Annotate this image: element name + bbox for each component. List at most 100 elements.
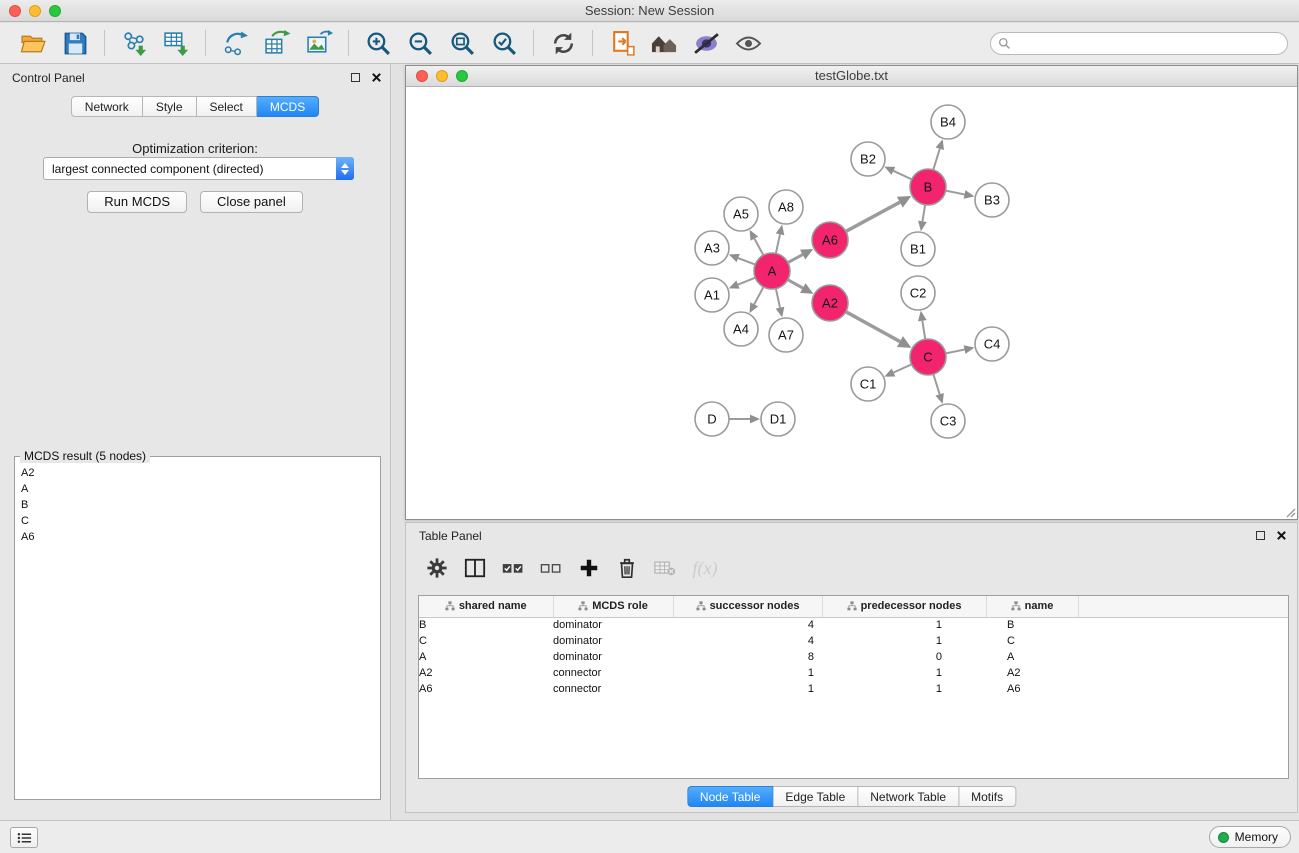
cell[interactable]: A2	[986, 665, 1078, 681]
edge-B-B1[interactable]	[922, 205, 925, 222]
node-A7[interactable]: A7	[769, 318, 803, 352]
cell[interactable]: 0	[822, 649, 986, 665]
close-window-icon[interactable]	[9, 5, 21, 17]
tab-network[interactable]: Network	[71, 96, 143, 117]
zoom-window-icon[interactable]	[49, 5, 61, 17]
node-A2[interactable]: A2	[812, 285, 848, 321]
cell[interactable]: C	[986, 633, 1078, 649]
home-icon[interactable]	[648, 27, 680, 59]
float-table-panel-icon[interactable]	[1254, 529, 1266, 541]
float-panel-icon[interactable]	[349, 71, 361, 83]
cell[interactable]: 1	[822, 665, 986, 681]
edge-C-C1[interactable]	[894, 364, 912, 372]
search-input[interactable]	[1016, 36, 1280, 52]
node-table[interactable]: shared nameMCDS rolesuccessor nodesprede…	[418, 595, 1289, 779]
node-C2[interactable]: C2	[901, 276, 935, 310]
cell[interactable]: dominator	[553, 649, 673, 665]
edge-A6-B[interactable]	[846, 202, 900, 231]
edge-A-A6[interactable]	[788, 255, 803, 263]
mcds-result-item[interactable]: A	[15, 481, 380, 497]
edge-A-A5[interactable]	[754, 239, 763, 256]
zoom-fit-icon[interactable]	[446, 27, 478, 59]
tab-network-table[interactable]: Network Table	[858, 786, 959, 807]
zoom-in-icon[interactable]	[362, 27, 394, 59]
column-header-MCDS-role[interactable]: MCDS role	[553, 596, 673, 617]
cell[interactable]: 1	[822, 617, 986, 633]
edge-A-A1[interactable]	[738, 278, 755, 285]
cell[interactable]: 8	[673, 649, 822, 665]
cell[interactable]: 1	[822, 681, 986, 697]
network-minimize-icon[interactable]	[436, 70, 448, 82]
tab-mcds[interactable]: MCDS	[257, 96, 319, 117]
table-row[interactable]: A2connector11A2	[419, 665, 1288, 681]
add-icon[interactable]	[572, 553, 606, 583]
node-A5[interactable]: A5	[724, 197, 758, 231]
node-D[interactable]: D	[695, 402, 729, 436]
hide-graphics-details-icon[interactable]	[690, 27, 722, 59]
table-row[interactable]: A6connector11A6	[419, 681, 1288, 697]
close-table-panel-icon[interactable]	[1275, 529, 1287, 541]
run-mcds-button[interactable]: Run MCDS	[87, 191, 187, 213]
export-network-icon[interactable]	[219, 27, 251, 59]
cell[interactable]: 4	[673, 633, 822, 649]
edge-A-A2[interactable]	[788, 280, 803, 288]
cell[interactable]: dominator	[553, 633, 673, 649]
mcds-result-item[interactable]: A6	[15, 529, 380, 545]
export-table-icon[interactable]	[261, 27, 293, 59]
cell[interactable]: 4	[673, 617, 822, 633]
cell[interactable]: A6	[419, 681, 553, 697]
table-row[interactable]: Bdominator41B	[419, 617, 1288, 633]
node-C4[interactable]: C4	[975, 327, 1009, 361]
node-B2[interactable]: B2	[851, 142, 885, 176]
node-A3[interactable]: A3	[695, 231, 729, 265]
cell[interactable]: connector	[553, 665, 673, 681]
node-C3[interactable]: C3	[931, 404, 965, 438]
cell[interactable]: connector	[553, 681, 673, 697]
deselect-all-icon[interactable]	[534, 553, 568, 583]
node-B4[interactable]: B4	[931, 105, 965, 139]
cell[interactable]: A2	[419, 665, 553, 681]
tab-node-table[interactable]: Node Table	[687, 786, 774, 807]
node-D1[interactable]: D1	[761, 402, 795, 436]
cell[interactable]: C	[419, 633, 553, 649]
edge-B-B3[interactable]	[946, 191, 965, 195]
cell[interactable]: B	[419, 617, 553, 633]
edge-A-A3[interactable]	[738, 258, 755, 265]
table-row[interactable]: Adominator80A	[419, 649, 1288, 665]
tab-edge-table[interactable]: Edge Table	[773, 786, 858, 807]
cell[interactable]: A6	[986, 681, 1078, 697]
delete-table-icon[interactable]	[648, 553, 682, 583]
cell[interactable]: 1	[673, 681, 822, 697]
open-file-icon[interactable]	[606, 27, 638, 59]
edge-A-A7[interactable]	[776, 289, 780, 308]
search-box[interactable]	[990, 32, 1288, 55]
mcds-result-list[interactable]: A2ABCA6	[15, 457, 380, 545]
minimize-window-icon[interactable]	[29, 5, 41, 17]
zoom-out-icon[interactable]	[404, 27, 436, 59]
columns-icon[interactable]	[458, 553, 492, 583]
node-A6[interactable]: A6	[812, 222, 848, 258]
export-image-icon[interactable]	[303, 27, 335, 59]
cell[interactable]: dominator	[553, 617, 673, 633]
column-header-shared-name[interactable]: shared name	[419, 596, 553, 617]
edge-C-C2[interactable]	[922, 321, 925, 340]
tab-style[interactable]: Style	[143, 96, 197, 117]
cell[interactable]: 1	[822, 633, 986, 649]
mcds-result-item[interactable]: C	[15, 513, 380, 529]
node-B3[interactable]: B3	[975, 183, 1009, 217]
task-history-button[interactable]	[10, 827, 38, 848]
edge-A2-C[interactable]	[846, 312, 900, 342]
close-panel-icon[interactable]	[370, 71, 382, 83]
criterion-dropdown[interactable]: largest connected component (directed)	[43, 157, 354, 180]
cell[interactable]: 1	[673, 665, 822, 681]
resize-grip-icon[interactable]	[1284, 506, 1296, 518]
edge-C-C3[interactable]	[933, 374, 939, 394]
node-A4[interactable]: A4	[724, 312, 758, 346]
tab-select[interactable]: Select	[197, 96, 257, 117]
node-C[interactable]: C	[910, 339, 946, 375]
network-window-titlebar[interactable]: testGlobe.txt	[406, 66, 1297, 87]
mcds-result-item[interactable]: A2	[15, 465, 380, 481]
column-header-successor-nodes[interactable]: successor nodes	[673, 596, 822, 617]
cell[interactable]: A	[419, 649, 553, 665]
node-C1[interactable]: C1	[851, 367, 885, 401]
